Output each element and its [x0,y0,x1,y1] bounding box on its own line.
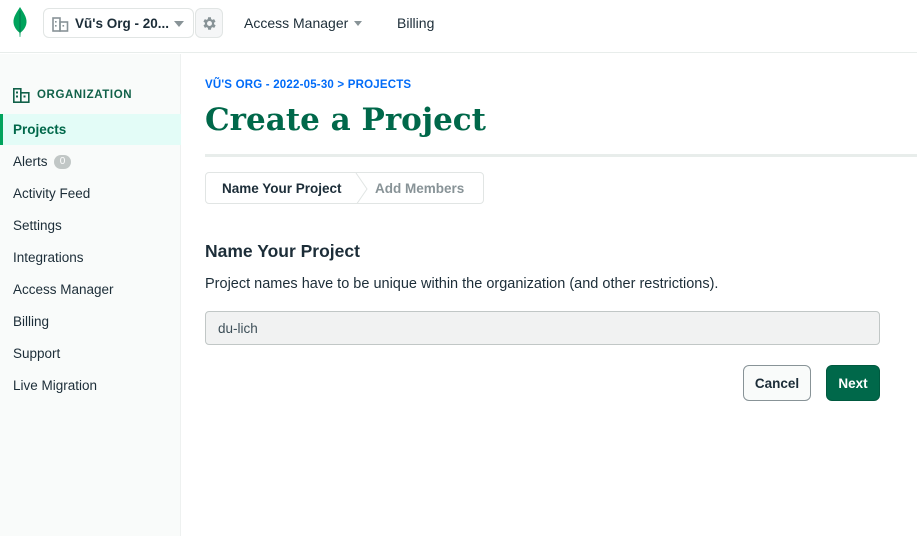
sidebar-item-label: Billing [13,314,50,329]
sidebar-item-access-manager[interactable]: Access Manager [0,274,181,305]
sidebar-item-live-migration[interactable]: Live Migration [0,370,181,401]
sidebar-item-label: Access Manager [13,282,114,297]
sidebar-item-billing[interactable]: Billing [0,306,181,337]
chevron-down-icon[interactable] [354,21,362,26]
sidebar-item-label: Activity Feed [13,186,91,201]
section-title: Name Your Project [205,241,360,261]
breadcrumb[interactable]: VŨ'S ORG - 2022-05-30 > PROJECTS [205,79,411,91]
step-separator-chevron-icon [355,173,368,203]
sidebar-item-settings[interactable]: Settings [0,210,181,241]
step-add-members: Add Members [375,181,465,196]
page-title: Create a Project [205,102,486,138]
divider [205,154,917,157]
sidebar-item-integrations[interactable]: Integrations [0,242,181,273]
alerts-count-badge: 0 [54,155,71,169]
organization-settings-button[interactable] [195,8,223,38]
sidebar-item-label: Support [13,346,61,361]
project-name-input[interactable] [205,311,880,345]
sidebar-item-label: Alerts [13,154,48,169]
nav-access-manager[interactable]: Access Manager [244,15,348,31]
organization-selector[interactable]: Vũ's Org - 20... [43,8,194,38]
sidebar-item-label: Integrations [13,250,84,265]
next-button[interactable]: Next [826,365,880,401]
sidebar-item-projects[interactable]: Projects [0,114,181,145]
building-icon [52,16,69,32]
chevron-down-icon [174,21,184,27]
organization-name: Vũ's Org - 20... [75,16,169,31]
sidebar-item-label: Projects [13,122,67,137]
top-navigation-bar: Vũ's Org - 20... Access Manager Billing [0,0,917,53]
section-description: Project names have to be unique within t… [205,276,719,292]
building-icon [13,88,30,103]
sidebar-item-label: Live Migration [13,378,98,393]
step-name-your-project: Name Your Project [222,181,342,196]
nav-billing[interactable]: Billing [397,15,434,31]
sidebar-heading-label: ORGANIZATION [37,89,133,101]
wizard-stepper: Name Your Project Add Members [205,172,484,204]
mongodb-leaf-icon[interactable] [12,6,28,38]
sidebar-item-label: Settings [13,218,62,233]
sidebar: ORGANIZATION Projects Alerts 0 Activity … [0,54,181,536]
sidebar-item-activity-feed[interactable]: Activity Feed [0,178,181,209]
cancel-button[interactable]: Cancel [743,365,811,401]
gear-icon [203,17,216,30]
sidebar-item-support[interactable]: Support [0,338,181,369]
sidebar-item-alerts[interactable]: Alerts 0 [0,146,181,177]
